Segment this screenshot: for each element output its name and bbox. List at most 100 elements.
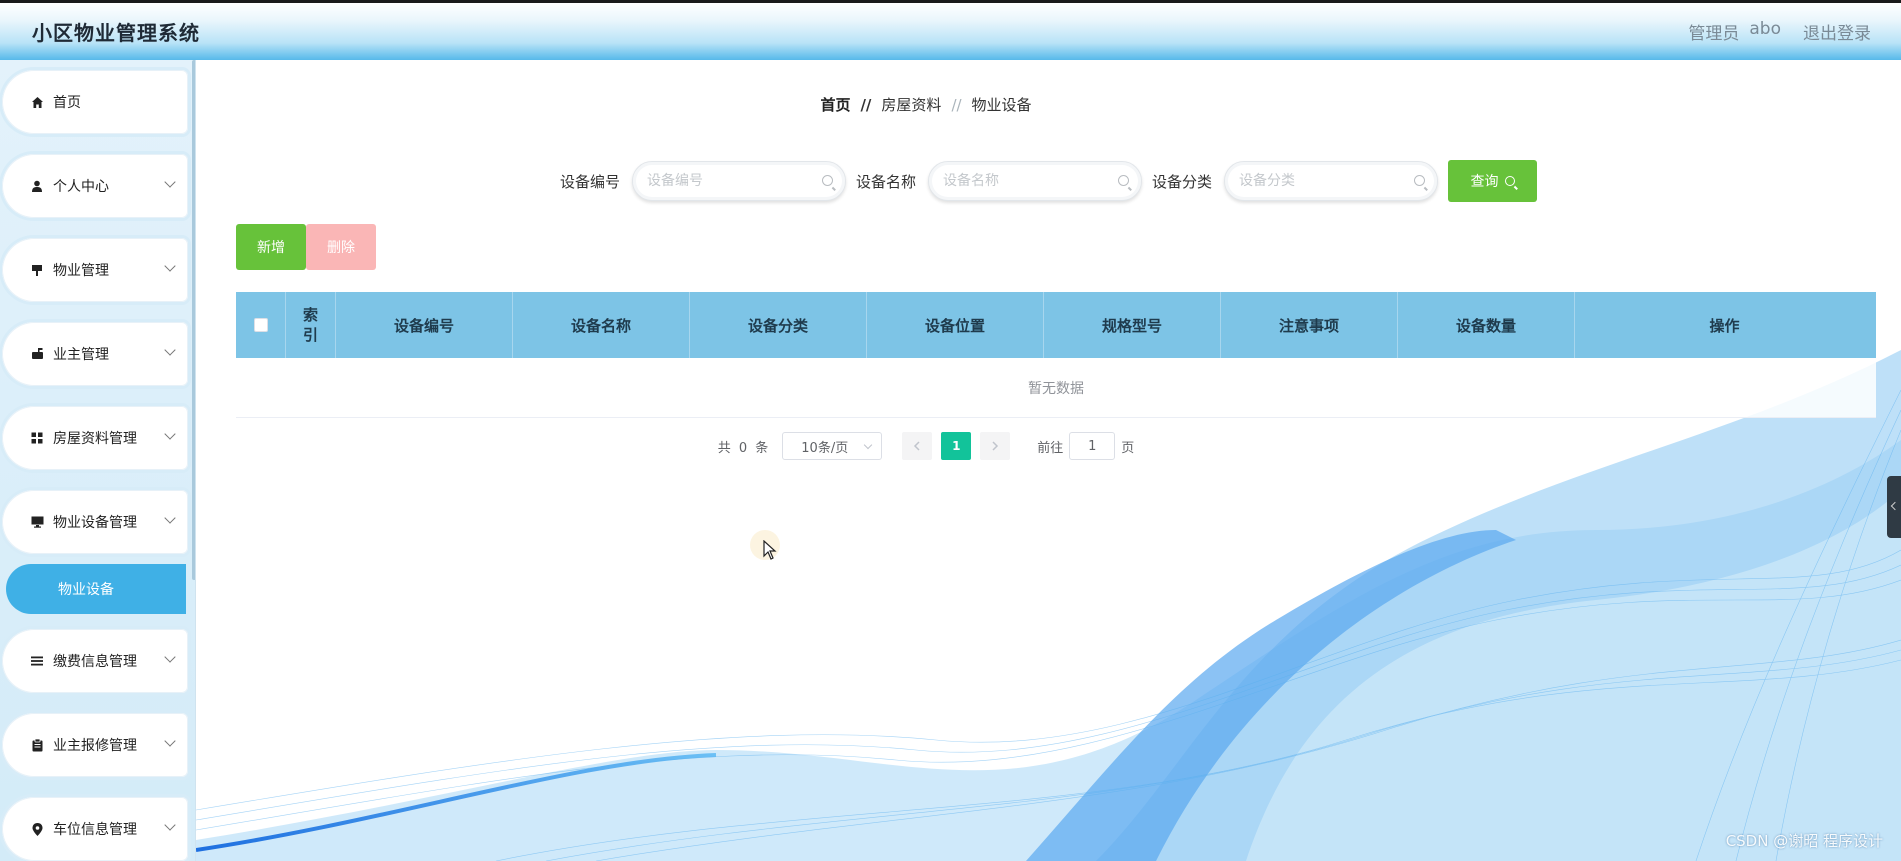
chevron-right-icon [992,441,999,451]
pin-icon [30,822,44,836]
table-empty-row: 暂无数据 [236,358,1876,418]
mouse-cursor-icon [763,540,777,560]
clipboard-icon [30,738,44,752]
chevron-down-icon [164,512,176,524]
search-icon [1504,176,1515,186]
sidebar-item-label: 物业设备管理 [53,515,137,531]
chevron-down-icon [164,819,176,831]
list-icon [30,654,44,668]
prev-page-button[interactable] [902,432,933,460]
sidebar-item-owner[interactable]: 业主管理 [2,322,188,386]
table-header: 索引 设备编号 设备名称 设备分类 设备位置 规格型号 注意事项 设备数量 操作 [236,292,1876,358]
sidebar-item-equipment[interactable]: 物业设备管理 [2,490,188,554]
column-header-model[interactable]: 规格型号 [1044,292,1221,358]
chevron-down-icon [164,344,176,356]
sidebar-item-label: 车位信息管理 [53,822,137,838]
page-number-button[interactable]: 1 [941,432,972,460]
column-header-actions: 操作 [1709,316,1740,335]
search-label-name: 设备名称 [856,172,917,191]
sidebar: 首页 个人中心 物业管理 业主管理 房屋资料管理 物业设备管理 物业设备 缴费信… [0,60,196,861]
column-header-notes[interactable]: 注意事项 [1221,292,1398,358]
chevron-left-icon [914,441,920,451]
column-header-code[interactable]: 设备编号 [336,292,513,358]
goto-page-input[interactable] [1069,432,1116,460]
query-button-label: 查询 [1470,174,1499,190]
action-buttons: 新增 删除 [236,224,376,270]
empty-text: 暂无数据 [1028,380,1084,397]
user-info: 管理员 abo [1688,19,1781,44]
page-size-value: 10条/页 [801,440,849,456]
sidebar-item-label: 业主管理 [53,347,109,363]
side-panel-toggle[interactable] [1887,476,1901,538]
search-label-category: 设备分类 [1152,172,1213,191]
column-header-index: 索引 [286,292,336,358]
pagination: 共 0 条 10条/页 1 前往 页 [196,432,1656,460]
sidebar-item-personal-center[interactable]: 个人中心 [2,154,188,218]
breadcrumb-level2: 房屋资料 [881,96,942,114]
app-title: 小区物业管理系统 [32,21,200,45]
column-header-name[interactable]: 设备名称 [513,292,690,358]
index-header-char: 引 [302,326,318,344]
breadcrumb-current: 物业设备 [971,96,1032,114]
search-form: 设备编号 设备名称 设备分类 查询 [560,160,1538,202]
select-all-cell [236,292,286,358]
select-all-checkbox[interactable] [253,318,268,332]
sidebar-item-property[interactable]: 物业管理 [2,238,188,302]
logout-link[interactable]: 退出登录 [1803,19,1871,44]
breadcrumb-separator: // [860,96,872,114]
chevron-down-icon [164,651,176,663]
user-name: abo [1749,19,1781,39]
sidebar-item-payment[interactable]: 缴费信息管理 [2,629,188,693]
chevron-down-icon [164,260,176,272]
breadcrumb: 首页 // 房屋资料 // 物业设备 [196,94,1656,115]
grid-icon [30,431,44,445]
page-size-select[interactable]: 10条/页 [782,432,883,460]
sidebar-item-label: 个人中心 [53,179,109,195]
sidebar-item-label: 缴费信息管理 [53,654,137,670]
search-icon [822,175,834,186]
pagination-total: 共 0 条 [717,440,769,456]
sidebar-item-label: 房屋资料管理 [53,431,137,447]
header-user-area: 管理员 abo 退出登录 [1688,19,1871,44]
sidebar-item-repair[interactable]: 业主报修管理 [2,713,188,777]
sidebar-subitem-equipment[interactable]: 物业设备 [6,564,186,614]
mailbox-icon [30,347,44,361]
equipment-category-input[interactable] [1225,162,1396,200]
user-icon [30,179,44,193]
equipment-code-input[interactable] [633,162,804,200]
watermark: CSDN @谢昭 程序设计 [1725,832,1883,850]
sidebar-item-parking[interactable]: 车位信息管理 [2,797,188,861]
index-header-char: 索 [302,306,318,324]
next-page-button[interactable] [980,432,1011,460]
equipment-table: 索引 设备编号 设备名称 设备分类 设备位置 规格型号 注意事项 设备数量 操作… [236,292,1876,418]
breadcrumb-home[interactable]: 首页 [820,96,850,114]
monitor-icon [30,515,44,529]
sidebar-item-home[interactable]: 首页 [2,70,188,134]
breadcrumb-separator: // [951,96,962,114]
main-content: 首页 // 房屋资料 // 物业设备 设备编号 设备名称 设备分类 查询 新增 删除 [196,60,1901,861]
home-icon [30,95,44,109]
search-label-code: 设备编号 [560,172,621,191]
search-icon [1414,175,1426,186]
query-button[interactable]: 查询 [1448,160,1538,202]
sidebar-item-house[interactable]: 房屋资料管理 [2,406,188,470]
column-header-location[interactable]: 设备位置 [867,292,1044,358]
sidebar-item-label: 物业管理 [53,263,109,279]
search-field-name [928,161,1143,201]
add-button[interactable]: 新增 [236,224,306,270]
user-role: 管理员 [1688,24,1740,44]
search-icon [1118,175,1130,186]
equipment-name-input[interactable] [929,162,1100,200]
chevron-down-icon [164,735,176,747]
column-header-category[interactable]: 设备分类 [690,292,867,358]
chevron-down-icon [164,428,176,440]
delete-button[interactable]: 删除 [306,224,376,270]
sidebar-item-label: 业主报修管理 [53,738,137,754]
chevron-down-icon [864,440,873,450]
top-header: 小区物业管理系统 管理员 abo 退出登录 [0,0,1901,60]
sign-icon [30,263,44,277]
search-field-category [1224,161,1439,201]
pagination-goto: 前往 页 [1037,432,1134,460]
column-header-quantity[interactable]: 设备数量 [1398,292,1575,358]
chevron-down-icon [164,176,176,188]
